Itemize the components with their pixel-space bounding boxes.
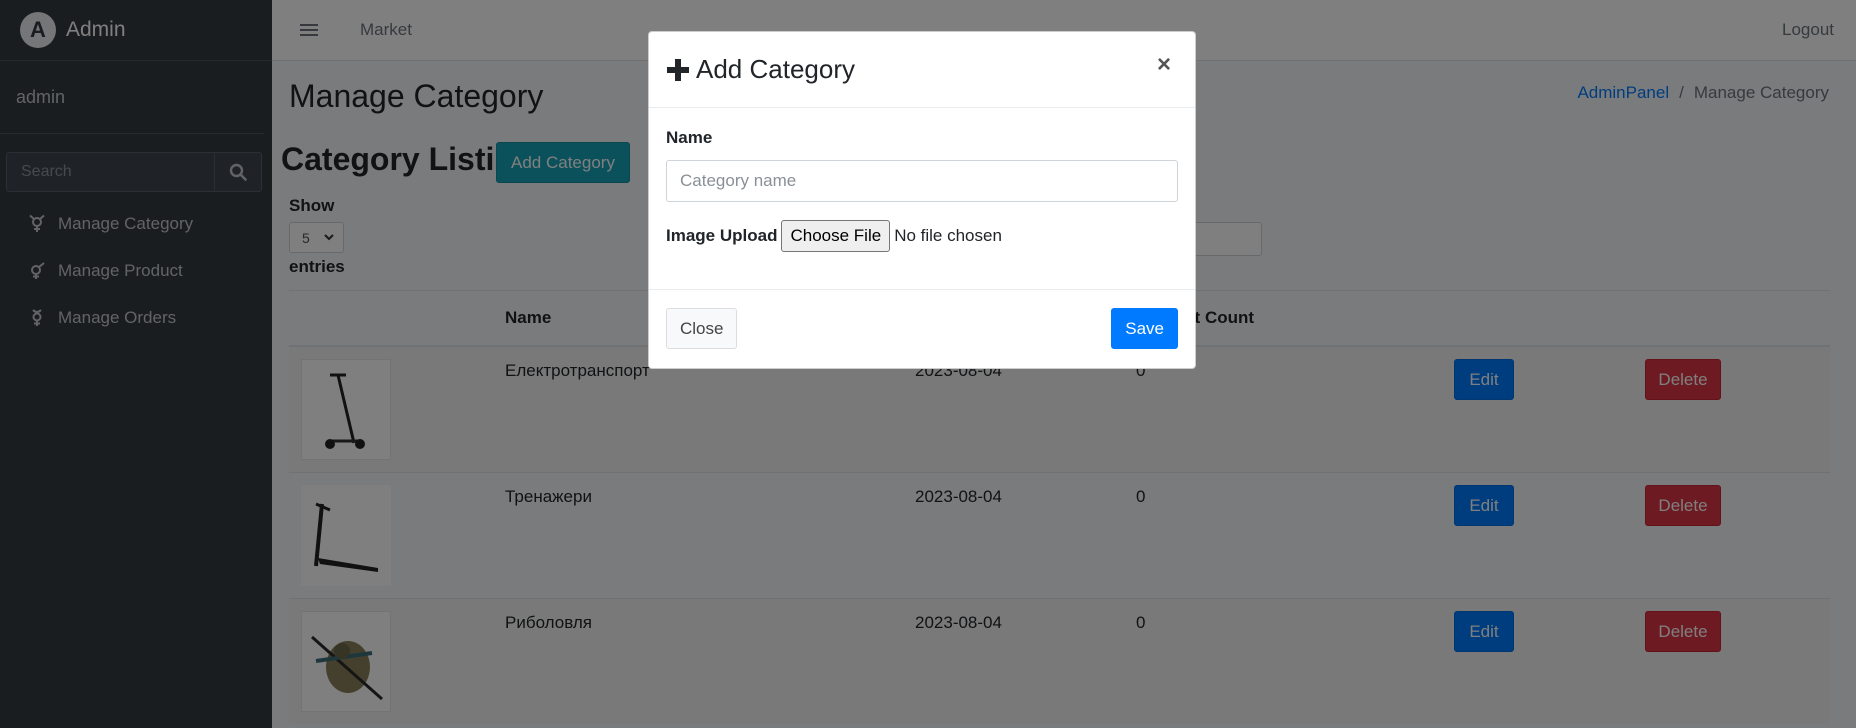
modal-footer: Close Save: [649, 289, 1195, 368]
image-upload-row: Image Upload Choose File No file chosen: [666, 220, 1002, 252]
category-name-input[interactable]: [666, 160, 1178, 202]
modal-body: Name Image Upload Choose File No file ch…: [649, 108, 1195, 288]
file-status-text: No file chosen: [894, 226, 1002, 245]
plus-icon: [667, 58, 689, 81]
name-label: Name: [666, 128, 713, 147]
close-button[interactable]: Close: [666, 308, 738, 349]
add-category-modal: Add Category × Name Image Upload Choose …: [648, 31, 1196, 369]
modal-title: Add Category: [666, 54, 855, 85]
image-upload-label: Image Upload: [666, 226, 778, 245]
save-button[interactable]: Save: [1111, 308, 1178, 349]
modal-close-icon[interactable]: ×: [1151, 50, 1177, 80]
modal-title-text: Add Category: [696, 54, 855, 84]
modal-header: Add Category ×: [649, 32, 1195, 108]
choose-file-button[interactable]: Choose File: [781, 220, 891, 252]
